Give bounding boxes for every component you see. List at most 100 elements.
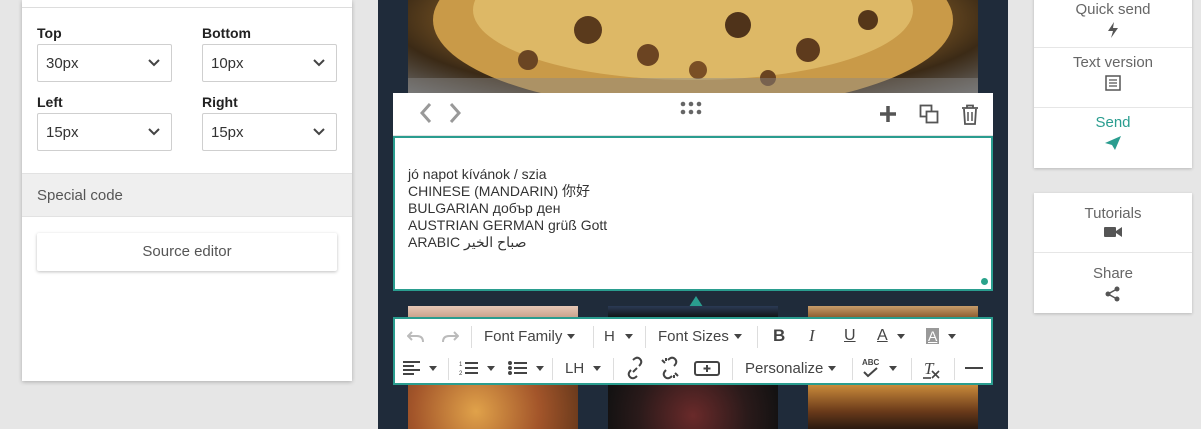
chevron-down-icon (148, 59, 160, 67)
padding-bottom-select[interactable]: 10px (202, 44, 337, 82)
bullet-list-dropdown[interactable] (508, 352, 544, 384)
caret-down-icon (487, 365, 495, 371)
caret-down-icon (593, 365, 602, 371)
thumbnail-image[interactable] (608, 385, 778, 429)
editor-line: ARABIC صباح الخير (408, 234, 527, 250)
drag-handle-icon[interactable] (680, 101, 702, 115)
thumbnail-image[interactable] (408, 385, 578, 429)
document-icon (1105, 75, 1121, 91)
paper-plane-icon (1105, 136, 1121, 150)
text-version-button[interactable]: Text version (1034, 48, 1192, 108)
send-button[interactable]: Send (1034, 108, 1192, 168)
share-icon (1105, 286, 1120, 302)
chevron-left-icon[interactable] (419, 102, 433, 124)
line-height-label: LH (565, 359, 585, 377)
chevron-down-icon (313, 59, 325, 67)
heading-dropdown[interactable]: H (604, 320, 633, 352)
padding-right-value: 15px (211, 124, 244, 141)
spellcheck-icon: ABC (862, 358, 880, 378)
pizza-hero-image[interactable] (408, 0, 978, 93)
font-sizes-dropdown[interactable]: Font Sizes (658, 320, 742, 352)
undo-icon[interactable] (407, 320, 425, 352)
share-button[interactable]: Share (1034, 253, 1192, 313)
editor-line: jó napot kívánok / szia (408, 166, 547, 182)
toolbar-separator (732, 358, 733, 380)
plus-icon[interactable] (879, 105, 897, 123)
redo-icon[interactable] (441, 320, 459, 352)
padding-left-value: 15px (46, 124, 79, 141)
link-icon[interactable] (625, 352, 645, 384)
caret-down-icon (429, 365, 437, 371)
padding-top-label: Top (37, 25, 62, 41)
help-panel: Tutorials Share (1034, 193, 1192, 313)
checkmark-icon (863, 367, 878, 378)
spellcheck-dropdown[interactable]: ABC (862, 352, 897, 384)
clear-formatting-icon[interactable]: T (922, 352, 942, 384)
font-sizes-label: Font Sizes (658, 327, 729, 345)
caret-down-icon (536, 365, 544, 371)
caret-down-icon (624, 333, 633, 339)
toolbar-separator (911, 358, 912, 380)
padding-left-label: Left (37, 94, 63, 110)
special-code-section-header[interactable]: Special code (22, 173, 352, 217)
resize-handle[interactable] (981, 278, 988, 285)
toolbar-separator (954, 358, 955, 380)
padding-bottom-label: Bottom (202, 25, 251, 41)
chevron-down-icon (313, 128, 325, 136)
toolbar-separator (471, 326, 472, 348)
caret-down-icon (948, 333, 957, 339)
format-toolbar-row-2: 12 LH Personalize ABC T (395, 352, 991, 384)
quick-send-button[interactable]: Quick send (1034, 0, 1192, 48)
font-color-icon: A (877, 327, 888, 344)
toolbar-separator (552, 358, 553, 380)
personalize-dropdown[interactable]: Personalize (745, 352, 837, 384)
insert-button-icon[interactable] (694, 352, 720, 384)
background-color-button[interactable]: A (926, 320, 957, 352)
padding-bottom-value: 10px (211, 55, 244, 72)
toolbar-separator (852, 358, 853, 380)
chevron-down-icon (148, 128, 160, 136)
italic-button[interactable]: I (809, 320, 815, 352)
padding-top-value: 30px (46, 55, 79, 72)
numbered-list-dropdown[interactable]: 12 (459, 352, 495, 384)
font-family-dropdown[interactable]: Font Family (484, 320, 576, 352)
tutorials-button[interactable]: Tutorials (1034, 193, 1192, 253)
bullet-list-icon (508, 361, 527, 375)
padding-right-select[interactable]: 15px (202, 113, 337, 151)
horizontal-line-icon[interactable] (964, 352, 984, 384)
toolbar-separator (757, 326, 758, 348)
unlink-icon[interactable] (660, 352, 680, 384)
padding-right-label: Right (202, 94, 238, 110)
text-format-toolbar: Font Family H Font Sizes B I U A A 12 LH… (393, 317, 993, 385)
padding-top-select[interactable]: 30px (37, 44, 172, 82)
chevron-right-icon[interactable] (448, 102, 462, 124)
font-family-label: Font Family (484, 327, 563, 345)
toolbar-separator (645, 326, 646, 348)
rich-text-editor[interactable]: jó napot kívánok / szia CHINESE (MANDARI… (393, 136, 993, 291)
svg-text:2: 2 (459, 371, 463, 376)
line-height-dropdown[interactable]: LH (565, 352, 602, 384)
trash-icon[interactable] (961, 104, 979, 125)
source-editor-button[interactable]: Source editor (37, 233, 337, 271)
personalize-label: Personalize (745, 359, 824, 377)
duplicate-icon[interactable] (919, 104, 939, 124)
heading-label: H (604, 327, 615, 345)
panel-top-divider (22, 0, 352, 8)
bold-button[interactable]: B (773, 320, 785, 352)
padding-left-select[interactable]: 15px (37, 113, 172, 151)
editor-line: AUSTRIAN GERMAN grüß Gott (408, 217, 608, 233)
caret-down-icon (733, 333, 742, 339)
underline-button[interactable]: U (844, 320, 856, 352)
quick-send-label: Quick send (1075, 1, 1151, 18)
font-color-button[interactable]: A (877, 320, 905, 352)
caret-down-icon (828, 365, 837, 371)
thumbnail-image[interactable] (808, 385, 978, 429)
lightning-icon (1108, 22, 1118, 38)
svg-text:T: T (924, 359, 935, 378)
editor-line: BULGARIAN добър ден (408, 200, 561, 216)
align-dropdown[interactable] (403, 352, 437, 384)
caret-down-icon (567, 333, 576, 339)
align-left-icon (403, 361, 420, 375)
send-actions-panel: Quick send Text version Send (1034, 0, 1192, 168)
format-toolbar-row-1: Font Family H Font Sizes B I U A A (395, 320, 991, 352)
